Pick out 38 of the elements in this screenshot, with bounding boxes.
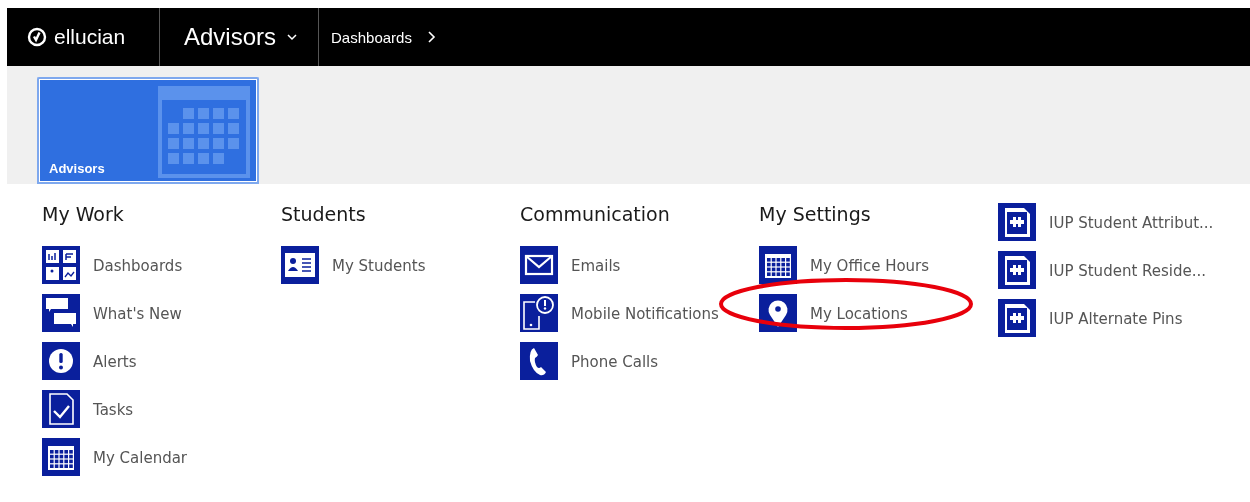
column-heading: Communication	[520, 202, 671, 227]
checklist-icon	[42, 390, 80, 428]
contact-card-icon	[281, 246, 319, 284]
column-heading: My Settings	[759, 202, 872, 227]
mobile-notification-icon	[520, 294, 558, 332]
breadcrumb-link[interactable]: Dashboards	[319, 8, 448, 66]
menu-link[interactable]: My Calendar	[93, 448, 188, 467]
calendar-icon	[42, 438, 80, 476]
mail-icon	[520, 246, 558, 284]
dashboard-tile[interactable]: Advisors	[37, 77, 259, 184]
dashboard-icon	[42, 246, 80, 284]
puzzle-icon	[998, 203, 1036, 241]
menu-link[interactable]: Emails	[571, 256, 621, 275]
phone-icon	[520, 342, 558, 380]
menu-link[interactable]: Mobile Notifications	[571, 304, 719, 323]
brand-name: ellucian	[54, 25, 126, 49]
menu-link[interactable]: Dashboards	[93, 256, 183, 275]
menu-link[interactable]: Alerts	[93, 352, 137, 371]
calendar-icon	[759, 246, 797, 284]
chevron-icon	[425, 30, 436, 44]
alert-icon	[42, 342, 80, 380]
column-heading: Students	[281, 202, 367, 227]
menu-link[interactable]: Phone Calls	[571, 352, 659, 371]
menu-link[interactable]: IUP Alternate Pins	[1049, 309, 1183, 328]
menu-link[interactable]: My Office Hours	[810, 256, 930, 275]
chat-bubbles-icon	[42, 294, 80, 332]
menu-link[interactable]: Tasks	[93, 400, 134, 419]
menu-link[interactable]: IUP Student Reside...	[1049, 261, 1207, 280]
logo-icon	[27, 27, 47, 47]
menu-link[interactable]: IUP Student Attribut...	[1049, 213, 1214, 232]
menu-link[interactable]: My Students	[332, 256, 426, 275]
caret-icon	[286, 33, 299, 41]
calendar-icon	[158, 86, 250, 178]
puzzle-icon	[998, 299, 1036, 337]
menu-link[interactable]: My Locations	[810, 304, 908, 323]
puzzle-icon	[998, 251, 1036, 289]
menu-link[interactable]: What's New	[93, 304, 182, 323]
column-heading: My Work	[42, 202, 125, 227]
